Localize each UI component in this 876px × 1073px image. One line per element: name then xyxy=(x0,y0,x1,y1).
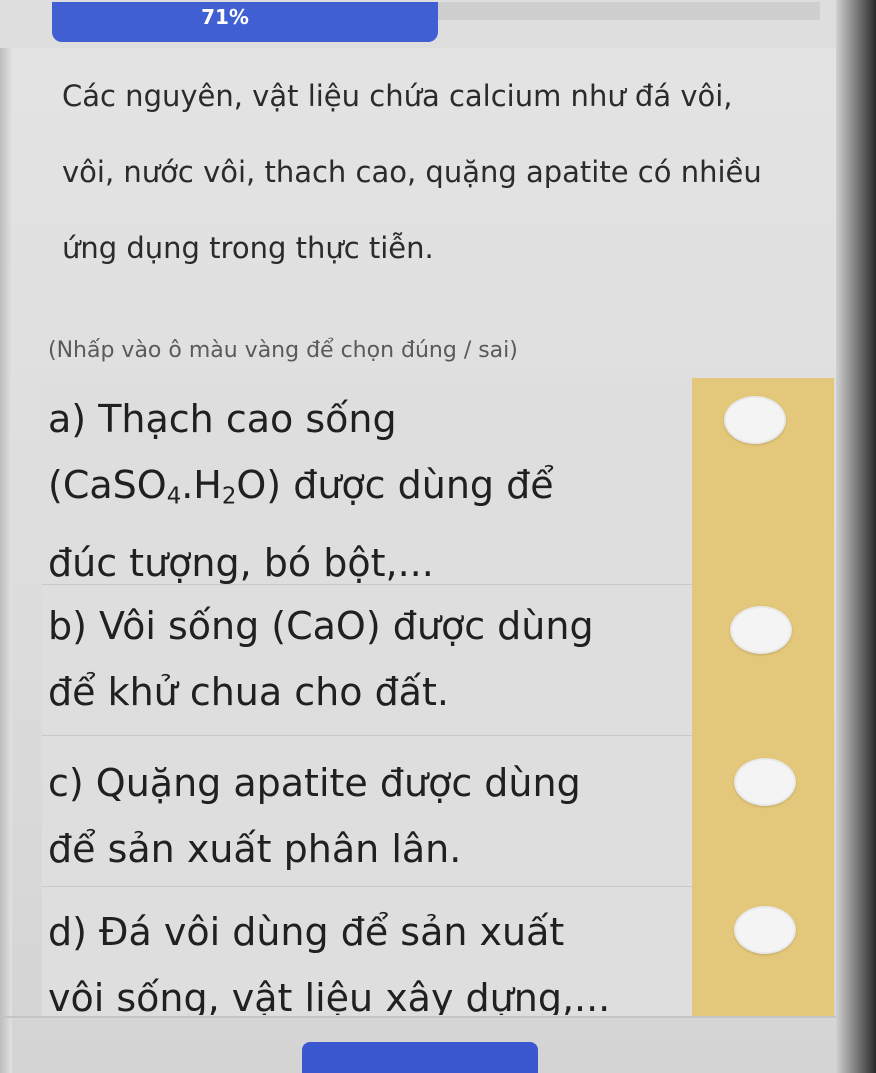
quiz-screen: 71% Các nguyên, vật liệu chứa calcium nh… xyxy=(0,0,876,1073)
statement-line: a) Thạch cao sống xyxy=(48,397,397,441)
formula-part: .H xyxy=(181,463,222,507)
statement-line: vôi sống, vật liệu xây dựng,... xyxy=(48,976,611,1015)
divider xyxy=(0,1016,876,1018)
top-bar: 71% xyxy=(0,0,876,48)
statement-line: để khử chua cho đất. xyxy=(48,670,449,714)
progress-label: 71% xyxy=(201,5,249,29)
progress-bar: 71% xyxy=(52,2,438,42)
formula-subscript: 2 xyxy=(221,483,237,510)
statement-c-text: c) Quặng apatite được dùng để sản xuất p… xyxy=(48,750,688,882)
statement-b-text: b) Vôi sống (CaO) được dùng để khử chua … xyxy=(48,593,688,725)
answer-toggle-a[interactable] xyxy=(724,396,786,444)
statement-line: c) Quặng apatite được dùng xyxy=(48,761,581,805)
statement-b: b) Vôi sống (CaO) được dùng để khử chua … xyxy=(42,585,692,736)
true-false-table: a) Thạch cao sống (CaSO4.H2O) được dùng … xyxy=(42,378,834,1018)
formula-part: O) xyxy=(236,463,282,507)
statement-line: b) Vôi sống (CaO) được dùng xyxy=(48,604,594,648)
intro-line: ứng dụng trong thực tiễn. xyxy=(62,231,434,265)
left-edge xyxy=(0,0,12,1073)
answer-toggle-b[interactable] xyxy=(730,606,792,654)
statement-text-rest: được dùng để xyxy=(281,463,554,507)
statement-line: (CaSO4.H2O) được dùng để xyxy=(48,452,688,530)
statement-c: c) Quặng apatite được dùng để sản xuất p… xyxy=(42,736,692,887)
statement-a-text: a) Thạch cao sống (CaSO4.H2O) được dùng … xyxy=(48,386,688,596)
progress-track xyxy=(438,2,820,20)
statement-line: d) Đá vôi dùng để sản xuất xyxy=(48,910,565,954)
intro-line: vôi, nước vôi, thach cao, quặng apatite … xyxy=(62,155,762,189)
statement-d: d) Đá vôi dùng để sản xuất vôi sống, vật… xyxy=(42,887,692,1018)
statement-a: a) Thạch cao sống (CaSO4.H2O) được dùng … xyxy=(42,378,692,585)
formula-subscript: 4 xyxy=(166,483,182,510)
submit-button[interactable] xyxy=(302,1042,538,1073)
instruction-hint: (Nhấp vào ô màu vàng để chọn đúng / sai) xyxy=(48,338,518,363)
intro-line: Các nguyên, vật liệu chứa calcium như đá… xyxy=(62,79,733,113)
screen-edge xyxy=(836,0,876,1073)
question-intro: Các nguyên, vật liệu chứa calcium như đá… xyxy=(62,58,822,286)
statement-line: để sản xuất phân lân. xyxy=(48,827,462,871)
answer-toggle-d[interactable] xyxy=(734,906,796,954)
answer-toggle-c[interactable] xyxy=(734,758,796,806)
formula-part: (CaSO xyxy=(48,463,167,507)
answer-column[interactable] xyxy=(692,378,834,1018)
statement-d-text: d) Đá vôi dùng để sản xuất vôi sống, vật… xyxy=(48,899,688,1015)
